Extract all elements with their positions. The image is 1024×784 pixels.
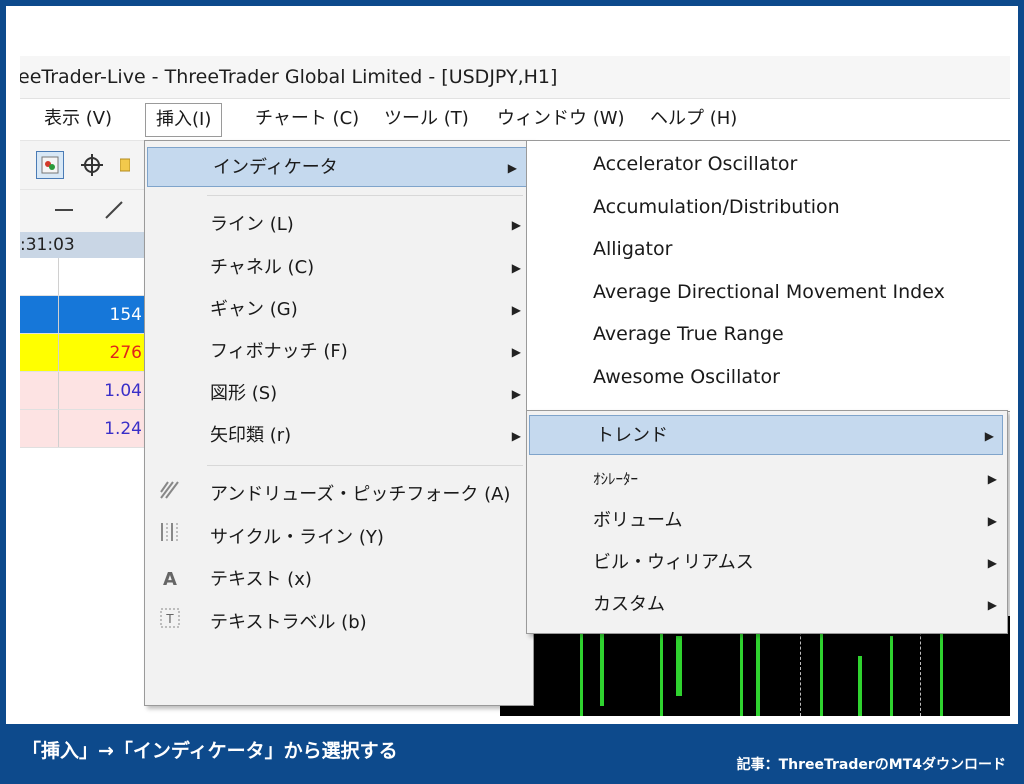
menu-cycle-lines[interactable]: サイクル・ライン (Y): [145, 518, 533, 558]
category-oscillators-label: ｵｼﾚｰﾀｰ: [593, 470, 639, 488]
menu-fibonacci-label: フィボナッチ (F): [210, 341, 348, 362]
submenu-arrow-icon: ▶: [987, 472, 997, 486]
menu-bar: 表示 (V) 挿入(I) チャート (C) ツール (T) ウィンドウ (W) …: [20, 99, 1010, 139]
menu-fibonacci[interactable]: フィボナッチ (F) ▶: [145, 332, 533, 372]
menu-lines-label: ライン (L): [210, 214, 294, 235]
indicator-adx[interactable]: Average Directional Movement Index: [593, 281, 945, 303]
submenu-arrow-icon: ▶: [511, 218, 521, 232]
text-icon: A: [163, 569, 177, 590]
insert-menu: インディケータ ▶ ライン (L) ▶ チャネル (C) ▶ ギャン (G) ▶…: [144, 140, 534, 706]
menu-separator: [207, 465, 523, 466]
category-custom[interactable]: カスタム ▶: [527, 585, 1005, 625]
menu-indicators-label: インディケータ: [213, 157, 338, 178]
crosshair-icon[interactable]: [78, 151, 106, 179]
submenu-arrow-icon: ▶: [511, 261, 521, 275]
category-trend-label: トレンド: [596, 425, 668, 446]
menu-gann[interactable]: ギャン (G) ▶: [145, 290, 533, 330]
indicators-submenu: Accelerator Oscillator Accumulation/Dist…: [526, 140, 1010, 412]
row-value: 1.24: [104, 419, 142, 439]
menu-text-label-label: テキストラベル (b): [210, 612, 367, 633]
submenu-arrow-icon: ▶: [987, 514, 997, 528]
menu-chart[interactable]: チャート (C): [245, 103, 369, 135]
article-frame: eeTrader-Live - ThreeTrader Global Limit…: [6, 6, 1018, 724]
table-row[interactable]: 154: [20, 296, 146, 334]
folder-icon[interactable]: [120, 151, 130, 179]
submenu-arrow-icon: ▶: [511, 303, 521, 317]
indicator-accumulation[interactable]: Accumulation/Distribution: [593, 196, 840, 218]
table-row[interactable]: 1.04: [20, 372, 146, 410]
pitchfork-icon: [157, 475, 183, 515]
menu-insert[interactable]: 挿入(I): [145, 103, 223, 137]
menu-shapes-label: 図形 (S): [210, 383, 278, 404]
window-title: eeTrader-Live - ThreeTrader Global Limit…: [20, 66, 558, 88]
cycle-lines-icon: [157, 518, 183, 558]
menu-lines[interactable]: ライン (L) ▶: [145, 205, 533, 245]
submenu-arrow-icon: ▶: [984, 429, 994, 443]
submenu-arrow-icon: ▶: [511, 429, 521, 443]
menu-shapes[interactable]: 図形 (S) ▶: [145, 374, 533, 414]
menu-andrews-pitchfork[interactable]: アンドリューズ・ピッチフォーク (A): [145, 475, 533, 515]
svg-text:T: T: [166, 611, 174, 626]
menu-arrows-label: 矢印類 (r): [210, 425, 292, 446]
category-volumes-label: ボリューム: [593, 510, 683, 531]
menu-gann-label: ギャン (G): [210, 299, 298, 320]
menu-window[interactable]: ウィンドウ (W): [487, 103, 635, 135]
submenu-arrow-icon: ▶: [987, 556, 997, 570]
indicator-accelerator[interactable]: Accelerator Oscillator: [593, 153, 797, 175]
menu-tools[interactable]: ツール (T): [374, 103, 479, 135]
caption-instruction: 「挿入」→「インディケータ」から選択する: [22, 740, 398, 762]
table-row[interactable]: 276: [20, 334, 146, 372]
caption-article-link: 記事：ThreeTraderのMT4ダウンロード: [736, 757, 1006, 773]
new-chart-icon[interactable]: [36, 151, 64, 179]
submenu-arrow-icon: ▶: [511, 345, 521, 359]
menu-text[interactable]: A テキスト (x): [145, 560, 533, 600]
category-bill-williams[interactable]: ビル・ウィリアムス ▶: [527, 543, 1005, 583]
menu-cycle-label: サイクル・ライン (Y): [210, 527, 384, 548]
horizontal-line-icon[interactable]: [50, 196, 78, 224]
category-oscillators[interactable]: ｵｼﾚｰﾀｰ ▶: [527, 459, 1005, 499]
submenu-arrow-icon: ▶: [511, 387, 521, 401]
menu-text-label-item[interactable]: T テキストラベル (b): [145, 603, 533, 643]
row-value: 276: [109, 343, 142, 363]
menu-channels-label: チャネル (C): [210, 257, 315, 278]
category-bill-williams-label: ビル・ウィリアムス: [593, 552, 754, 573]
menu-andrews-label: アンドリューズ・ピッチフォーク (A): [210, 484, 511, 505]
menu-separator: [207, 195, 523, 196]
menu-text-label: テキスト (x): [210, 569, 312, 590]
mt4-window: eeTrader-Live - ThreeTrader Global Limit…: [20, 56, 1010, 716]
window-titlebar: eeTrader-Live - ThreeTrader Global Limit…: [20, 56, 1010, 99]
text-label-icon: T: [157, 603, 183, 643]
menu-indicators[interactable]: インディケータ ▶: [147, 147, 530, 187]
menu-channels[interactable]: チャネル (C) ▶: [145, 248, 533, 288]
table-row: [20, 258, 146, 296]
server-time: :31:03: [20, 232, 146, 258]
indicator-atr[interactable]: Average True Range: [593, 323, 784, 345]
trendline-icon[interactable]: [100, 196, 128, 224]
category-trend[interactable]: トレンド ▶: [529, 415, 1003, 455]
indicator-alligator[interactable]: Alligator: [593, 238, 672, 260]
submenu-arrow-icon: ▶: [507, 161, 517, 175]
category-custom-label: カスタム: [593, 594, 665, 615]
menu-view[interactable]: 表示 (V): [34, 103, 122, 135]
indicator-awesome[interactable]: Awesome Oscillator: [593, 366, 780, 388]
table-row[interactable]: 1.24: [20, 410, 146, 448]
row-value: 154: [109, 305, 142, 325]
menu-help[interactable]: ヘルプ (H): [640, 103, 747, 135]
category-volumes[interactable]: ボリューム ▶: [527, 501, 1005, 541]
row-value: 1.04: [104, 381, 142, 401]
indicator-categories-submenu: トレンド ▶ ｵｼﾚｰﾀｰ ▶ ボリューム ▶ ビル・ウィリアムス ▶ カスタム…: [526, 410, 1008, 634]
menu-arrows[interactable]: 矢印類 (r) ▶: [145, 416, 533, 456]
submenu-arrow-icon: ▶: [987, 598, 997, 612]
